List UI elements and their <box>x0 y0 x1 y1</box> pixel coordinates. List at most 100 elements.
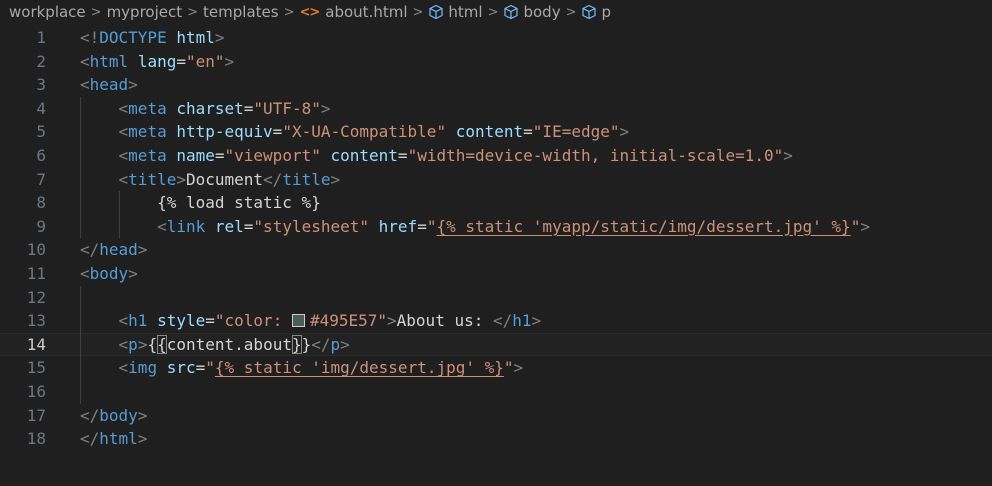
code-token: body <box>99 405 138 425</box>
code-token: < <box>80 263 90 283</box>
line-number: 4 <box>36 98 46 118</box>
code-line[interactable]: 10 </head> <box>0 238 992 262</box>
line-number: 2 <box>36 51 46 71</box>
code-editor[interactable]: 1 <!DOCTYPE html> 2 <html lang="en"> 3 <head>… <box>0 26 992 451</box>
breadcrumb-item-myproject[interactable]: myproject <box>107 3 183 21</box>
code-token: </ <box>492 311 513 331</box>
code-line[interactable]: 15 <img src="{% static 'img/dessert.jpg'… <box>0 356 992 380</box>
code-text: <h1 style="color: #495E57">About us: </h… <box>80 309 542 333</box>
code-line[interactable]: 16 <box>0 379 992 404</box>
line-number: 12 <box>26 287 46 307</box>
code-token: = <box>397 145 408 165</box>
code-token: body <box>89 263 129 283</box>
code-token: html <box>89 51 129 71</box>
breadcrumb-label: html <box>448 3 483 21</box>
code-token: charset <box>176 98 244 118</box>
line-number: 11 <box>26 263 46 283</box>
line-number: 18 <box>26 429 46 449</box>
code-text: <title>Document</title> <box>80 168 341 192</box>
code-line[interactable]: 2 <html lang="en"> <box>0 50 992 74</box>
code-token: < <box>118 311 129 331</box>
code-token: < <box>80 51 90 71</box>
code-token: > <box>330 169 341 189</box>
symbol-element-icon <box>429 4 443 20</box>
template-tag-string: {% static 'img/dessert.jpg' %} <box>214 358 504 378</box>
code-token: < <box>118 122 129 142</box>
code-token: meta <box>128 98 167 118</box>
html-file-icon: <> <box>299 4 320 20</box>
line-number: 7 <box>36 169 46 189</box>
code-token: > <box>214 28 225 47</box>
code-token: > <box>387 311 397 331</box>
code-line[interactable]: 18 </html> <box>0 427 992 451</box>
line-number: 1 <box>36 28 46 47</box>
breadcrumb-item-body[interactable]: body <box>503 3 561 21</box>
breadcrumb-item-templates[interactable]: templates <box>203 3 279 21</box>
template-tag-string: {% static 'myapp/static/img/dessert.jpg'… <box>436 216 851 236</box>
code-token: { <box>147 334 158 354</box>
symbol-element-icon <box>504 4 519 20</box>
code-token: = <box>243 216 254 236</box>
code-line[interactable]: 8 {% load static %} <box>0 191 992 215</box>
code-token: > <box>176 169 186 189</box>
code-token: " <box>850 216 861 236</box>
breadcrumb-item-workplace[interactable]: workplace <box>9 3 86 21</box>
code-token: h1 <box>512 311 532 331</box>
code-token: = <box>176 51 186 71</box>
code-line[interactable]: 3 <head> <box>0 73 992 97</box>
line-number: 6 <box>36 145 46 165</box>
code-text: <link rel="stylesheet" href="{% static '… <box>80 215 870 239</box>
code-token: head <box>89 75 129 95</box>
code-token: > <box>137 334 148 354</box>
code-line[interactable]: 5 <meta http-equiv="X-UA-Compatible" con… <box>0 120 992 144</box>
code-token: = <box>417 216 427 236</box>
code-line[interactable]: 13 <h1 style="color: #495E57">About us: … <box>0 309 992 333</box>
code-token: < <box>80 75 90 95</box>
breadcrumb-label: p <box>601 3 612 21</box>
code-token: p <box>128 334 138 354</box>
code-token: content.about <box>166 334 292 354</box>
code-token: "viewport" <box>224 145 321 165</box>
code-line[interactable]: 14 <p>{{content.about}}</p> <box>0 332 992 357</box>
code-token: > <box>137 405 148 425</box>
code-line[interactable]: 11 <body> <box>0 262 992 286</box>
code-token: title <box>282 169 331 189</box>
code-token: > <box>224 51 235 71</box>
code-token: http-equiv <box>176 122 273 142</box>
code-token: "width=device-width, initial-scale=1.0" <box>407 145 784 165</box>
line-number: 13 <box>26 311 46 331</box>
breadcrumb-item-html[interactable]: html <box>428 3 483 21</box>
code-token: #495E57" <box>309 311 388 331</box>
code-token: = <box>272 122 283 142</box>
code-line[interactable]: 12 <box>0 285 992 310</box>
chevron-right-icon: > <box>487 4 499 20</box>
code-line[interactable]: 17 </body> <box>0 404 992 428</box>
code-token: </ <box>263 169 283 189</box>
code-line[interactable]: 4 <meta charset="UTF-8"> <box>0 96 992 121</box>
code-line[interactable]: 9 <link rel="stylesheet" href="{% static… <box>0 214 992 239</box>
code-token: </ <box>80 405 100 425</box>
code-token: < <box>118 334 129 354</box>
line-number: 3 <box>36 75 46 95</box>
code-token: > <box>860 216 870 236</box>
line-number: 14 <box>26 334 46 354</box>
code-token: <! <box>80 28 100 47</box>
chevron-right-icon: > <box>283 4 295 20</box>
code-line[interactable]: 7 <title>Document</title> <box>0 167 992 192</box>
breadcrumb-item-p[interactable]: p <box>581 3 611 21</box>
breadcrumb-label: about.html <box>325 3 408 21</box>
code-text: <!DOCTYPE html> <box>80 26 225 50</box>
color-swatch[interactable] <box>291 314 305 328</box>
code-line[interactable]: 1 <!DOCTYPE html> <box>0 26 992 50</box>
breadcrumb-item-file[interactable]: <> about.html <box>299 3 407 21</box>
code-line[interactable]: 6 <meta name="viewport" content="width=d… <box>0 143 992 168</box>
code-token: src <box>166 358 196 378</box>
